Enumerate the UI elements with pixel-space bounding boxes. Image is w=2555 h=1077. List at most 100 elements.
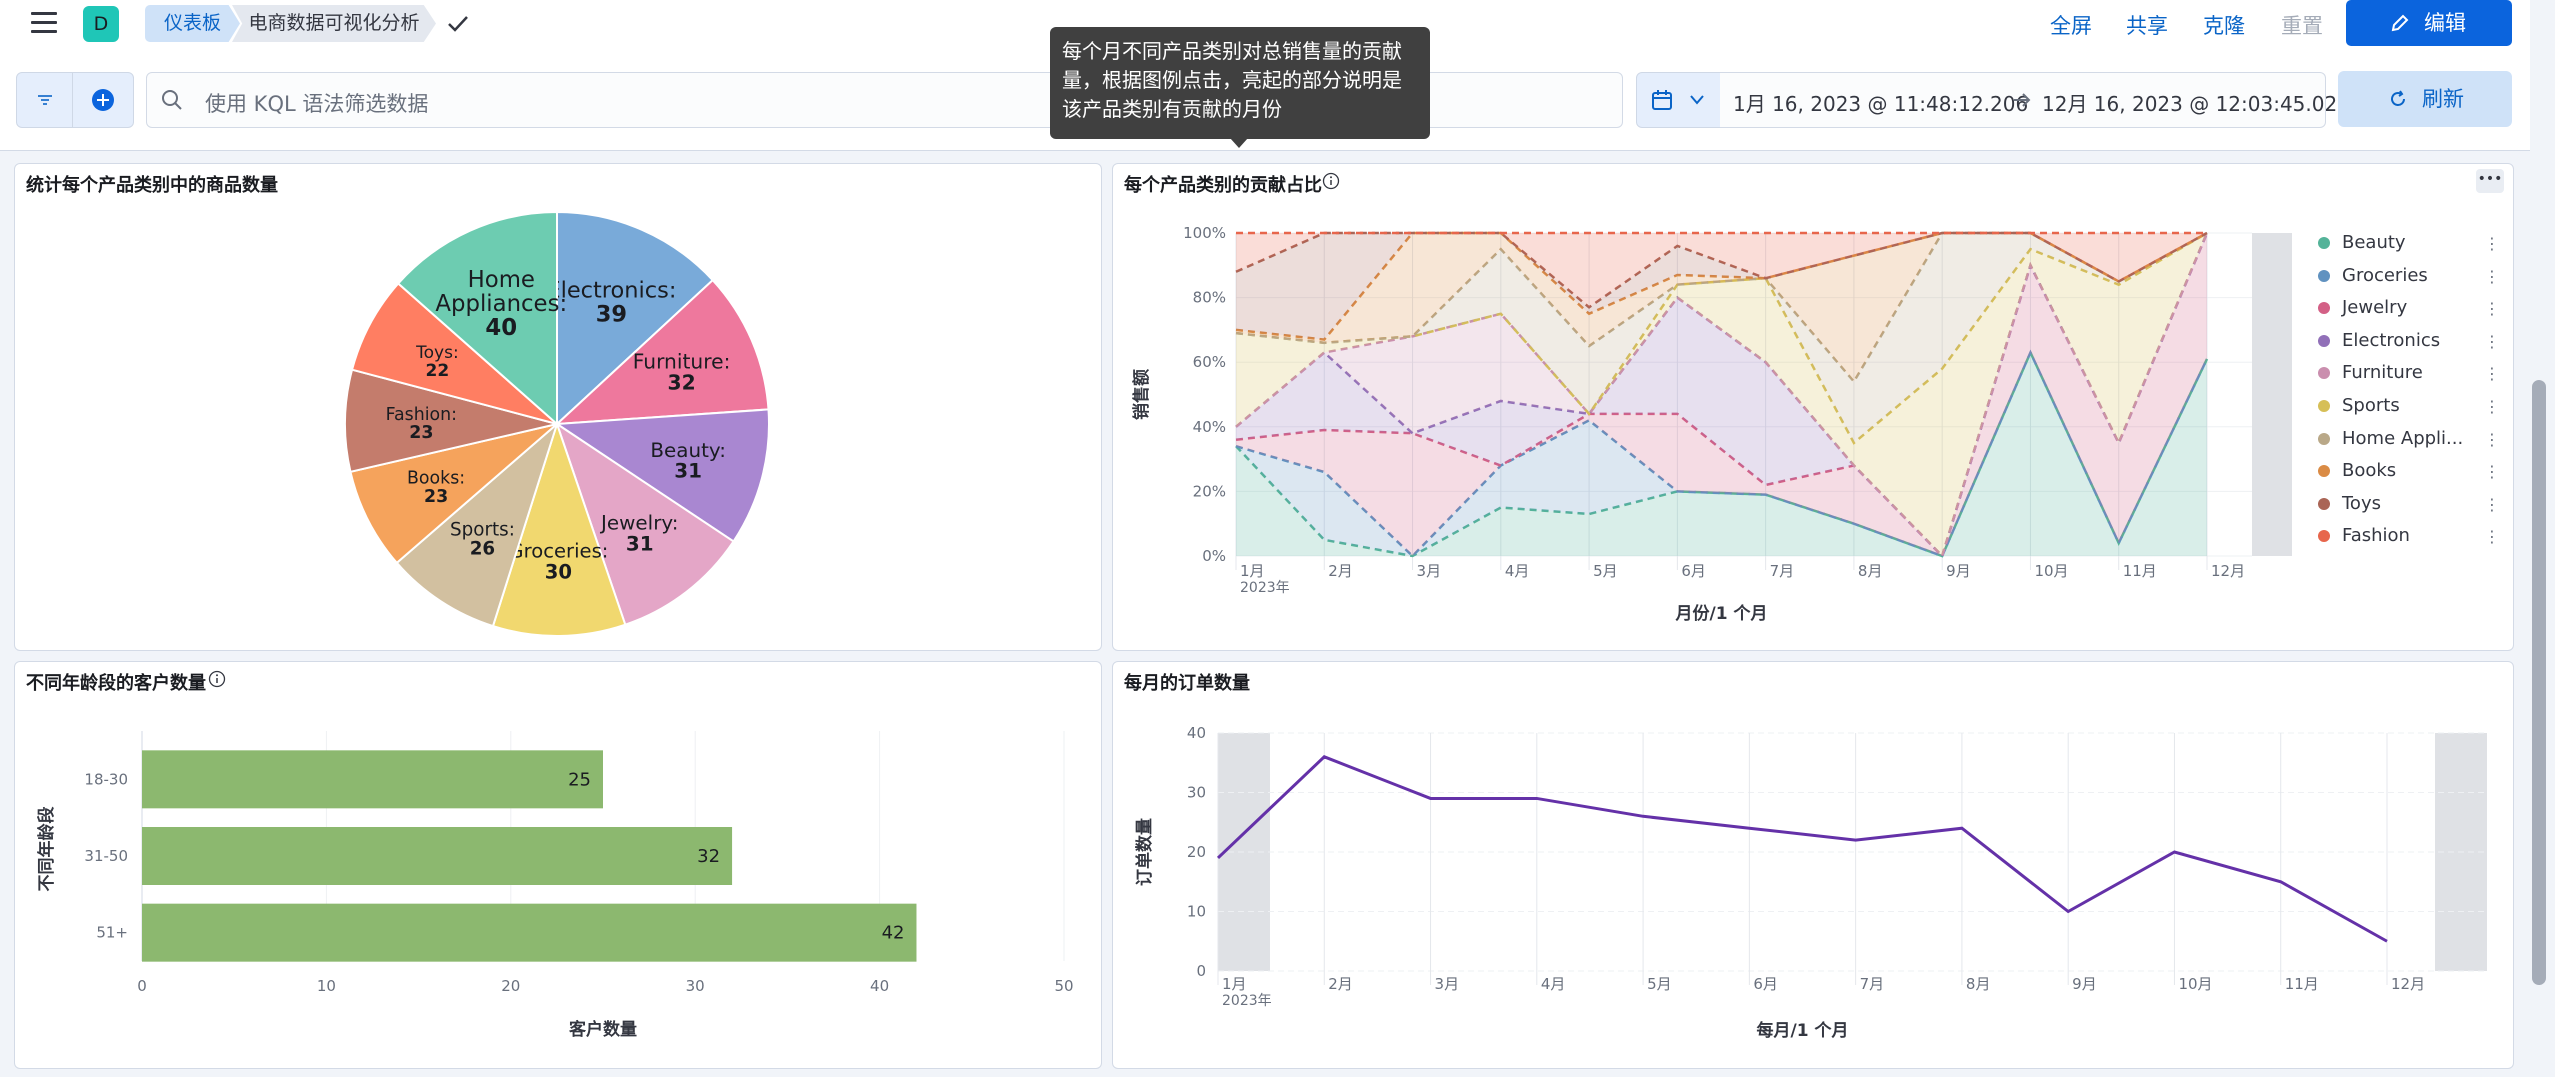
- legend-item-beauty[interactable]: Beauty: [2318, 232, 2406, 253]
- check-icon: [448, 16, 468, 32]
- panel-options-icon[interactable]: •••: [2476, 169, 2504, 193]
- bar-value-label: 42: [882, 923, 905, 944]
- legend-item-home-appliances[interactable]: Home Appli...: [2318, 428, 2463, 449]
- area-xtick: 8月: [1858, 562, 1883, 580]
- pie-chart[interactable]: Electronics: 39Furniture: 32Beauty: 31Jewel…: [14, 163, 1100, 649]
- edit-button[interactable]: 编辑: [2346, 0, 2512, 46]
- area-ytick: 80%: [1193, 289, 1226, 307]
- line-xtick: 12月: [2391, 975, 2425, 993]
- filter-menu-button[interactable]: [16, 72, 74, 128]
- arrow-right-icon: [2014, 93, 2031, 107]
- date-end[interactable]: 12月 16, 2023 @ 12:03:45.020: [2042, 88, 2350, 117]
- legend-item-menu-icon[interactable]: ⋮: [2484, 462, 2500, 481]
- legend-item-toys[interactable]: Toys: [2318, 493, 2381, 514]
- chevron-down-icon: [1690, 95, 1704, 105]
- calendar-icon: [1652, 90, 1672, 110]
- legend-item-menu-icon[interactable]: ⋮: [2484, 430, 2500, 449]
- line-ytick: 40: [1187, 724, 1206, 742]
- reset-link: 重置: [2281, 14, 2323, 38]
- legend-label: Electronics: [2342, 329, 2441, 351]
- line-ytick: 30: [1187, 784, 1206, 802]
- legend-dot: [2318, 497, 2330, 510]
- legend-item-menu-icon[interactable]: ⋮: [2484, 267, 2500, 286]
- legend-dot: [2318, 367, 2330, 380]
- legend-item-menu-icon[interactable]: ⋮: [2484, 299, 2500, 318]
- legend-item-groceries[interactable]: Groceries: [2318, 265, 2428, 286]
- bar-xlabel: 客户数量: [568, 1019, 637, 1040]
- line-series-orders[interactable]: [1216, 755, 2388, 943]
- legend-dot: [2318, 302, 2330, 315]
- line-ytick: 0: [1196, 962, 1206, 980]
- legend-label: Toys: [2342, 492, 2381, 514]
- area-out-of-range: [2252, 233, 2292, 556]
- bar-xtick: 50: [1054, 977, 1073, 995]
- area-xtick: 10月: [2034, 562, 2068, 580]
- fullscreen-link[interactable]: 全屏: [2050, 10, 2092, 40]
- line-xlabel: 每月/1 个月: [1757, 1020, 1849, 1041]
- legend-item-books[interactable]: Books: [2318, 460, 2396, 481]
- legend-label: Fashion: [2342, 525, 2410, 547]
- bar-xtick: 20: [501, 977, 520, 995]
- legend-item-menu-icon[interactable]: ⋮: [2484, 332, 2500, 351]
- date-quick-select-button[interactable]: [1636, 72, 1722, 128]
- line-xtick: 7月: [1860, 975, 1885, 993]
- area-xtick: 3月: [1417, 562, 1442, 580]
- bar-31-50[interactable]: [142, 827, 733, 885]
- legend-item-menu-icon[interactable]: ⋮: [2484, 234, 2500, 253]
- area-ytick: 60%: [1193, 353, 1226, 371]
- area-year-label: 2023年: [1240, 580, 1290, 596]
- line-xtick: 9月: [2072, 975, 2097, 993]
- legend-item-furniture[interactable]: Furniture: [2318, 362, 2423, 383]
- legend-dot: [2318, 400, 2330, 412]
- line-chart[interactable]: 0 10 20 30 40 1月 2月 3月 4月 5月 6月 7月 8月 9月 10月 11月 12月 2023…: [1112, 661, 2512, 1067]
- add-filter-button[interactable]: [72, 72, 134, 128]
- tooltip-arrow: [1230, 138, 1248, 148]
- space-avatar[interactable]: D: [83, 6, 119, 42]
- bar-value-label: 25: [568, 769, 591, 790]
- legend-item-menu-icon[interactable]: ⋮: [2484, 364, 2500, 383]
- legend-item-electronics[interactable]: Electronics: [2318, 330, 2440, 351]
- legend-item-sports[interactable]: Sports: [2318, 395, 2400, 416]
- legend-label: Groceries: [2342, 264, 2428, 286]
- pencil-icon: [2391, 14, 2409, 32]
- area-xtick: 12月: [2211, 562, 2245, 580]
- area-chart[interactable]: 0% 20% 40% 60% 80% 100% 1月 2月 3月 4月 5月 6月 7月 8月 9月 10月 1…: [1112, 163, 2312, 649]
- legend-label: Jewelry: [2342, 297, 2408, 319]
- bar-chart[interactable]: 0 10 20 30 40 50 18-30 25 31-50 32 51+ 42 客户数量 不同年龄段: [14, 661, 1100, 1067]
- edit-button-label: 编辑: [2424, 11, 2466, 35]
- area-xtick: 9月: [1946, 562, 1971, 580]
- share-link[interactable]: 共享: [2126, 10, 2168, 40]
- line-ytick: 20: [1187, 843, 1206, 861]
- legend-item-jewelry[interactable]: Jewelry: [2318, 297, 2407, 318]
- bar-18-30[interactable]: [142, 750, 603, 809]
- bar-value-label: 32: [697, 846, 720, 867]
- legend-item-menu-icon[interactable]: ⋮: [2484, 495, 2500, 514]
- area-xlabel: 月份/1 个月: [1675, 603, 1768, 624]
- date-start[interactable]: 1月 16, 2023 @ 11:48:12.206: [1733, 88, 2028, 117]
- legend-item-menu-icon[interactable]: ⋮: [2484, 527, 2500, 546]
- area-xtick: 7月: [1770, 562, 1795, 580]
- area-ytick: 40%: [1193, 418, 1226, 436]
- refresh-button[interactable]: 刷新: [2338, 71, 2512, 127]
- page-scrollbar[interactable]: [2532, 380, 2546, 985]
- legend-dot: [2318, 465, 2330, 478]
- legend-label: Home Appli...: [2342, 427, 2464, 449]
- legend-dot: [2318, 269, 2330, 282]
- bar-ylabel: 不同年龄段: [36, 807, 57, 892]
- legend-item-fashion[interactable]: Fashion: [2318, 525, 2410, 546]
- line-xtick: 8月: [1966, 975, 1991, 993]
- breadcrumb-dashboards[interactable]: 仪表板: [145, 5, 240, 42]
- clone-link[interactable]: 克隆: [2203, 10, 2245, 40]
- line-ylabel: 订单数量: [1134, 818, 1155, 886]
- bar-51-[interactable]: [142, 903, 917, 962]
- area-xtick: 2月: [1328, 562, 1353, 580]
- legend-item-menu-icon[interactable]: ⋮: [2484, 397, 2500, 416]
- line-xtick: 6月: [1753, 975, 1778, 993]
- area-xtick: 4月: [1505, 562, 1530, 580]
- legend-label: Furniture: [2342, 362, 2423, 384]
- line-xtick: 2月: [1328, 975, 1353, 993]
- bar-xtick: 0: [137, 977, 147, 995]
- menu-icon[interactable]: [28, 10, 60, 38]
- legend-label: Sports: [2342, 395, 2400, 416]
- filter-icon: [38, 95, 52, 105]
